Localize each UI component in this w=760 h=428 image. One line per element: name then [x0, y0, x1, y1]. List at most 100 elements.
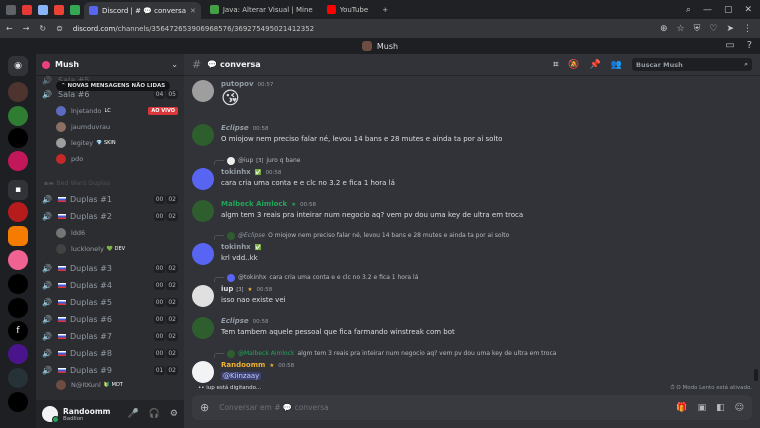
reply-preview[interactable]: @Malbeck Aimlock algm tem 3 reais pra in…: [214, 349, 556, 358]
gift-icon[interactable]: 🎁: [676, 403, 687, 413]
server-icon[interactable]: [8, 128, 28, 148]
author-name[interactable]: Eclipse: [221, 317, 249, 325]
site-info-icon[interactable]: ⊜: [56, 24, 63, 33]
author-name[interactable]: Malbeck Aimlock: [221, 200, 287, 208]
server-icon[interactable]: [8, 392, 28, 412]
reply-preview[interactable]: @tokinhx cara cria uma conta e e clc no …: [214, 273, 418, 282]
back-icon[interactable]: ←: [6, 24, 13, 33]
tab-youtube[interactable]: YouTube: [322, 2, 373, 17]
message[interactable]: Eclipse 00:58 Tem tambem aquele pessoal q…: [192, 317, 747, 341]
discord-home-icon[interactable]: ◉: [8, 56, 28, 76]
message[interactable]: @tokinhx cara cria uma conta e e clc no …: [192, 273, 747, 307]
pinned-tab-icon[interactable]: [22, 4, 32, 15]
voice-member[interactable]: pdo: [56, 152, 178, 165]
voice-channel[interactable]: 🔊 Duplas #3 00 02: [42, 261, 178, 275]
author-name[interactable]: tokinhx: [221, 168, 251, 176]
voice-member[interactable]: N@ItKunl 🔰 MDT: [56, 378, 178, 391]
pin-icon[interactable]: 📌: [590, 60, 601, 70]
server-icon[interactable]: [8, 202, 28, 222]
voice-member[interactable]: legitey 💎 SKIN: [56, 136, 178, 149]
user-mention[interactable]: @Kiinzaay: [221, 372, 262, 380]
avatar[interactable]: [192, 317, 214, 339]
voice-channel[interactable]: 🔊 Duplas #5 00 02: [42, 295, 178, 309]
reload-icon[interactable]: ↻: [39, 24, 46, 33]
voice-channel[interactable]: 🔊 Duplas #2 00 02: [42, 209, 178, 223]
server-icon[interactable]: [8, 274, 28, 294]
server-icon[interactable]: [8, 82, 28, 102]
message[interactable]: @Eclipse O miojow nem preciso falar né, …: [192, 231, 747, 265]
voice-channel[interactable]: 🔊 Duplas #4 00 02: [42, 278, 178, 292]
pinned-tab-icon[interactable]: [70, 4, 80, 15]
tab-search-icon[interactable]: [6, 4, 16, 15]
message[interactable]: putopov 00:57 😘: [192, 80, 747, 116]
menu-icon[interactable]: ⋮: [743, 24, 752, 34]
server-icon[interactable]: [8, 151, 28, 171]
heart-icon[interactable]: ♡: [709, 24, 717, 34]
voice-member[interactable]: lucklonely 💚 DEV: [56, 242, 178, 255]
message[interactable]: Malbeck Aimlock ★ 00:58 algm tem 3 reais p…: [192, 200, 747, 224]
discord-avatar-icon[interactable]: [192, 168, 214, 190]
gear-icon[interactable]: ⚙: [170, 409, 178, 419]
category-header[interactable]: ▪▬ Bed Wars Duplas: [44, 180, 110, 187]
discord-avatar-icon[interactable]: [192, 243, 214, 265]
maximize-icon[interactable]: ▢: [724, 5, 733, 15]
avatar[interactable]: [42, 406, 59, 423]
server-icon[interactable]: [8, 298, 28, 318]
emoji-icon[interactable]: ☺: [735, 403, 744, 413]
author-name[interactable]: tokinhx: [221, 243, 251, 251]
avatar[interactable]: [192, 80, 214, 102]
send-icon[interactable]: ➤: [726, 24, 734, 34]
voice-channel[interactable]: 🔊 Duplas #8 00 02: [42, 346, 178, 360]
close-icon[interactable]: ✕: [744, 5, 752, 15]
new-unread-pill[interactable]: ⌃ NOVAS MENSAGENS NÃO LIDAS: [56, 81, 171, 91]
tab-discord[interactable]: Discord | # 💬 conversa ✕: [84, 2, 201, 19]
threads-icon[interactable]: ⌗: [553, 60, 558, 70]
server-icon[interactable]: [8, 368, 28, 388]
voice-channel[interactable]: 🔊 Duplas #7 00 02: [42, 329, 178, 343]
voice-member[interactable]: lnjetando LC AO VIVO: [56, 104, 178, 117]
tab-java[interactable]: Java: Alterar Visual | Mine: [205, 2, 318, 17]
server-icon[interactable]: [8, 344, 28, 364]
zoom-icon[interactable]: ⊕: [660, 24, 668, 34]
members-icon[interactable]: 👥: [611, 60, 622, 70]
chevron-down-icon[interactable]: ⌄: [171, 60, 178, 69]
pinned-tab-icon[interactable]: [38, 4, 48, 15]
microphone-icon[interactable]: 🎤: [127, 409, 138, 419]
avatar[interactable]: [192, 200, 214, 222]
voice-member[interactable]: jaumduvrau: [56, 120, 178, 133]
author-name[interactable]: iup: [221, 285, 233, 293]
server-icon[interactable]: f: [8, 321, 28, 341]
scrollbar[interactable]: [754, 369, 758, 381]
help-icon[interactable]: ?: [747, 40, 752, 51]
headphones-icon[interactable]: 🎧: [149, 409, 160, 419]
inbox-icon[interactable]: ▭: [725, 40, 734, 51]
message-composer[interactable]: ⊕ Conversar em # 💬 conversa 🎁 ▣ ◧ ☺: [192, 395, 752, 420]
message[interactable]: @Malbeck Aimlock algm tem 3 reais pra in…: [192, 349, 747, 383]
reply-preview[interactable]: @Eclipse O miojow nem preciso falar né, …: [214, 231, 509, 240]
voice-channel[interactable]: 🔊 Duplas #9 01 02: [42, 363, 178, 377]
author-name[interactable]: putopov: [221, 80, 254, 88]
message[interactable]: Eclipse 00:58 O miojow nem preciso falar …: [192, 124, 747, 148]
sticker-icon[interactable]: ◧: [716, 403, 725, 413]
avatar[interactable]: [192, 361, 214, 383]
minimize-icon[interactable]: —: [703, 5, 712, 15]
reply-preview[interactable]: @iup [3] juro q bane: [214, 156, 300, 165]
search-input[interactable]: Buscar Mush ⌕: [632, 58, 752, 71]
message[interactable]: @iup [3] juro q bane tokinhx ✅ 00:58 cara …: [192, 156, 747, 190]
author-name[interactable]: Randoomm: [221, 361, 265, 369]
folder-icon[interactable]: ▪: [8, 180, 28, 200]
server-icon[interactable]: [8, 250, 28, 270]
avatar[interactable]: [192, 285, 214, 307]
bell-icon[interactable]: 🔕: [568, 60, 579, 70]
voice-member[interactable]: ldd6: [56, 226, 178, 239]
star-icon[interactable]: ☆: [677, 24, 685, 34]
author-name[interactable]: Eclipse: [221, 124, 249, 132]
forward-icon[interactable]: →: [23, 24, 30, 33]
voice-channel[interactable]: 🔊 Duplas #1 00 02: [42, 192, 178, 206]
search-icon[interactable]: ⌕: [686, 5, 691, 15]
close-icon[interactable]: ✕: [190, 7, 196, 15]
server-icon[interactable]: [8, 106, 28, 126]
gif-icon[interactable]: ▣: [698, 403, 707, 413]
pinned-tab-icon[interactable]: [54, 4, 64, 15]
shield-icon[interactable]: ⛨: [694, 24, 701, 34]
